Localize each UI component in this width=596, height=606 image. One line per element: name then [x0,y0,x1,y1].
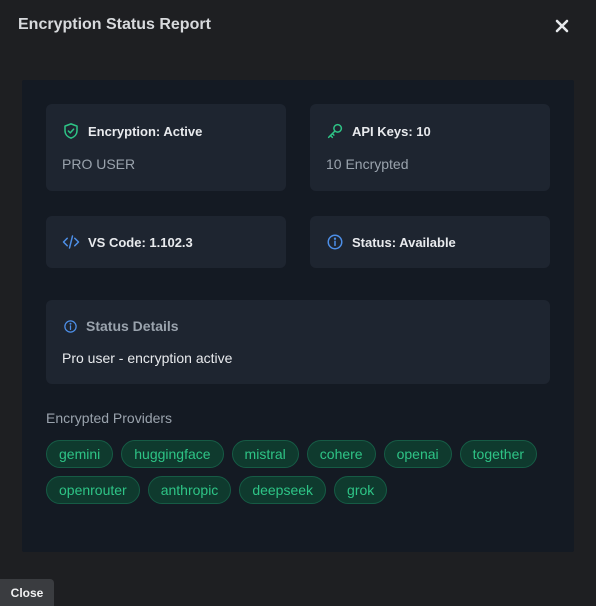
close-button[interactable]: Close [0,579,54,606]
close-icon[interactable] [552,16,572,36]
dialog-title: Encryption Status Report [18,16,211,33]
provider-chip-list: gemini huggingface mistral cohere openai… [46,440,546,504]
key-icon [326,122,344,140]
provider-chip: openrouter [46,476,140,504]
status-details-text: Pro user - encryption active [62,350,233,366]
status-details-card: Status Details Pro user - encryption act… [46,300,550,384]
provider-chip: deepseek [239,476,327,504]
vscode-card: VS Code: 1.102.3 [46,216,286,268]
api-keys-card: API Keys: 10 10 Encrypted [310,104,550,191]
shield-check-icon [62,122,80,140]
provider-chip: huggingface [121,440,224,468]
provider-chip: grok [334,476,388,504]
info-icon [62,318,78,334]
provider-chip: anthropic [147,476,232,504]
report-panel: Encryption: Active PRO USER API Keys: 10… [22,80,574,552]
provider-chip: gemini [46,440,114,468]
api-keys-title: API Keys: 10 [352,123,431,139]
encryption-card: Encryption: Active PRO USER [46,104,286,191]
provider-chip: mistral [231,440,299,468]
info-icon [326,233,344,251]
provider-chip: cohere [306,440,376,468]
user-tier: PRO USER [62,156,136,172]
api-keys-encrypted-count: 10 Encrypted [326,156,409,172]
vscode-version-title: VS Code: 1.102.3 [88,234,193,250]
provider-chip: together [459,440,538,468]
provider-chip: openai [383,440,452,468]
status-details-title: Status Details [86,318,179,334]
encryption-status-title: Encryption: Active [88,123,203,139]
providers-label: Encrypted Providers [46,410,173,426]
code-icon [62,233,80,251]
status-card: Status: Available [310,216,550,268]
status-title: Status: Available [352,234,456,250]
